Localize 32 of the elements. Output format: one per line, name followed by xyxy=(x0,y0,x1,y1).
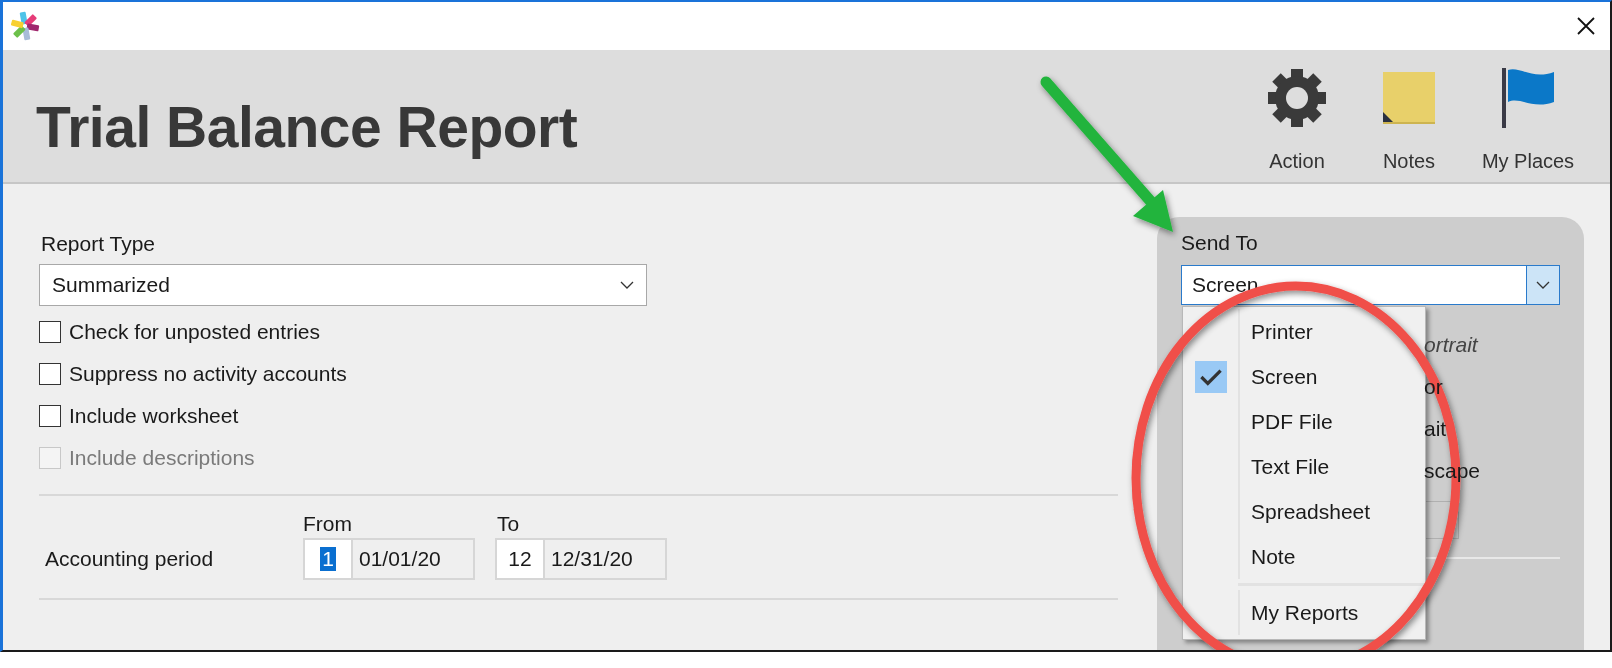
report-type-dropdown[interactable]: Summarized xyxy=(39,264,647,306)
partial-option-label: ortrait xyxy=(1424,333,1478,357)
app-logo-icon xyxy=(9,10,41,42)
checkbox-label[interactable]: Suppress no activity accounts xyxy=(69,362,347,386)
menu-item[interactable]: Printer xyxy=(1240,319,1313,344)
caret-icon xyxy=(620,281,634,289)
checkbox-label[interactable]: Check for unposted entries xyxy=(69,320,320,344)
send-to-dropdown[interactable]: Screen xyxy=(1181,265,1560,305)
checkbox[interactable] xyxy=(39,321,61,343)
gear-icon[interactable] xyxy=(1267,68,1327,128)
toolbar-label[interactable]: Notes xyxy=(1382,150,1436,173)
report-title: Trial Balance Report xyxy=(36,94,578,160)
close-icon[interactable] xyxy=(1576,16,1596,36)
menu-item[interactable]: Screen xyxy=(1240,364,1318,389)
column-heading: To xyxy=(497,512,521,536)
menu-item[interactable]: Spreadsheet xyxy=(1240,499,1371,524)
caret-icon xyxy=(1536,281,1550,289)
menu-item[interactable]: PDF File xyxy=(1240,409,1333,434)
menu-item[interactable]: Note xyxy=(1240,544,1296,569)
column-heading: From xyxy=(303,512,353,536)
checkbox[interactable] xyxy=(39,405,61,427)
menu-item[interactable]: My Reports xyxy=(1240,600,1359,625)
field-label: Report Type xyxy=(41,232,156,256)
checkbox-label[interactable]: Include worksheet xyxy=(69,404,239,428)
toolbar-label[interactable]: My Places xyxy=(1481,150,1575,173)
field-label: Accounting period xyxy=(45,547,215,571)
menu-item[interactable]: Text File xyxy=(1240,454,1330,479)
field-label: Send To xyxy=(1181,231,1259,255)
toolbar-label[interactable]: Action xyxy=(1269,150,1325,173)
checkbox[interactable] xyxy=(39,363,61,385)
partial-option-label: or xyxy=(1424,375,1443,399)
partial-option-label: ait xyxy=(1424,417,1447,441)
